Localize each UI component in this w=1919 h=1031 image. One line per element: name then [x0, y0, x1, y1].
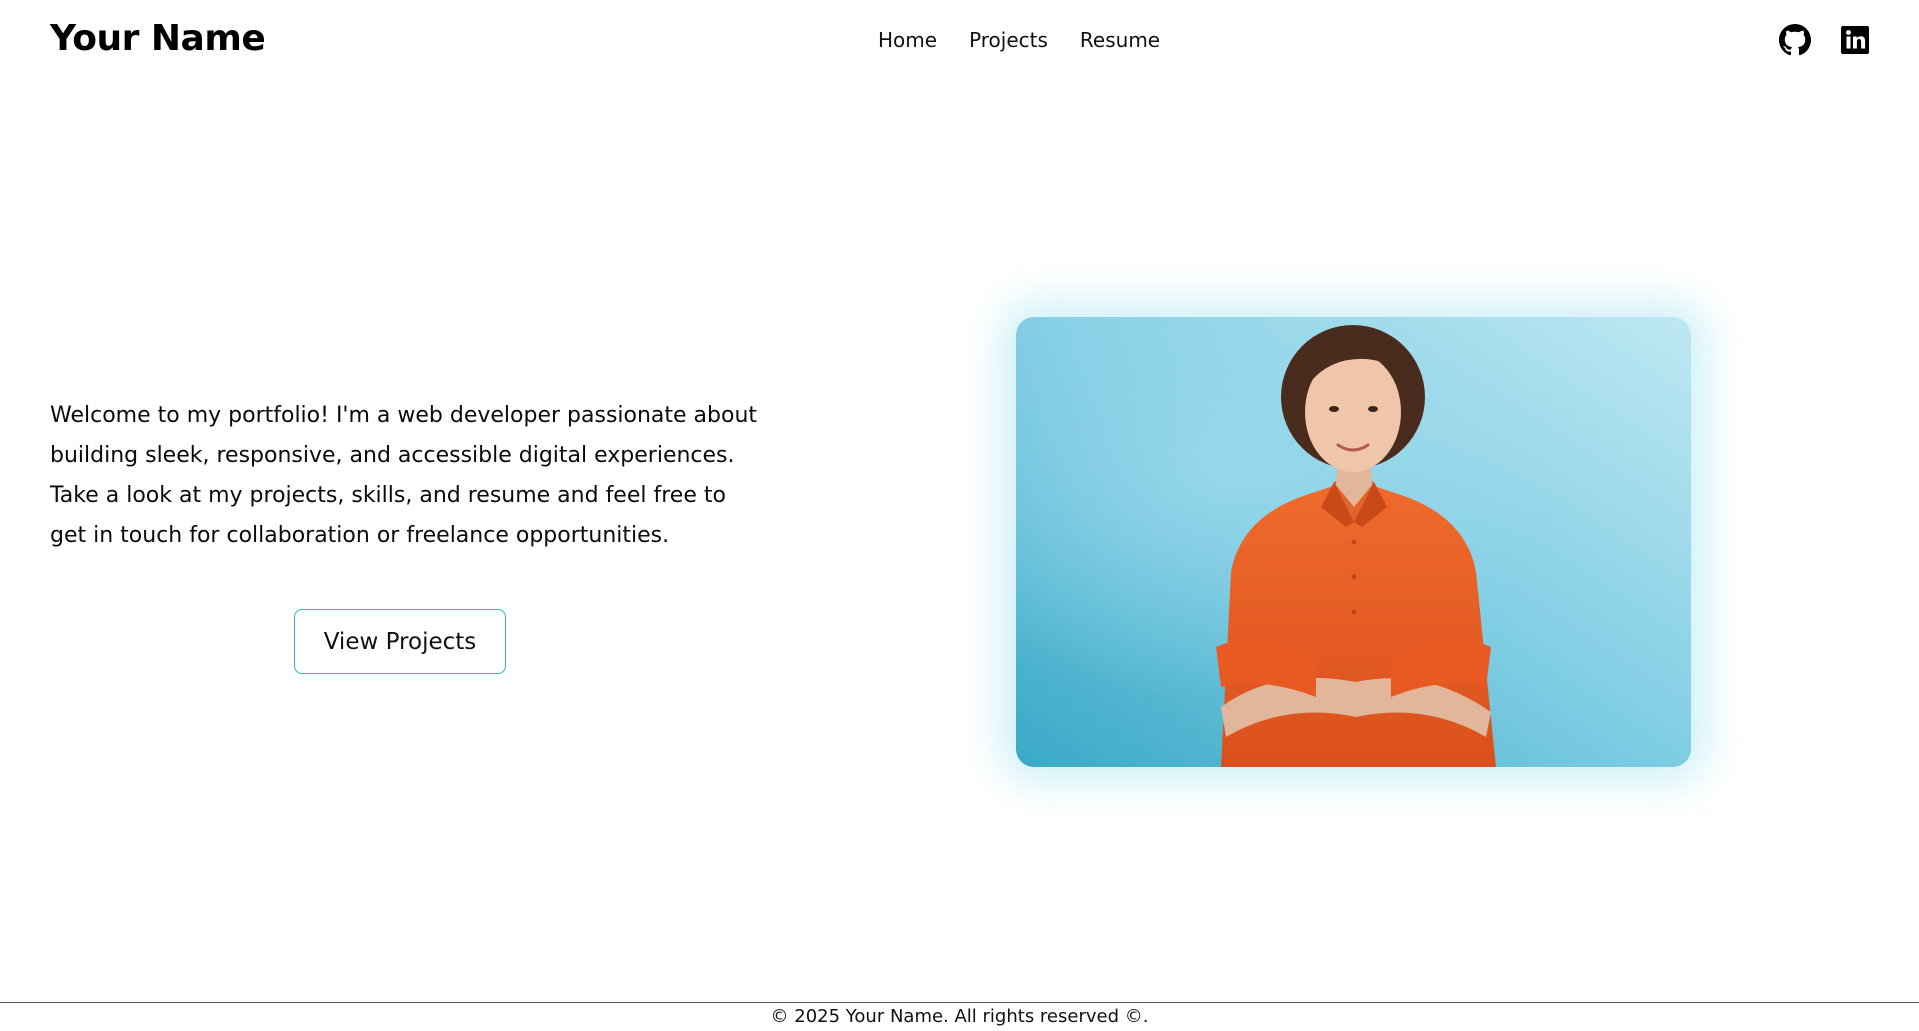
portrait-photo — [1016, 317, 1691, 767]
view-projects-button[interactable]: View Projects — [294, 609, 506, 674]
github-icon[interactable] — [1779, 24, 1811, 56]
social-links — [1779, 24, 1871, 56]
brand-name[interactable]: Your Name — [50, 18, 266, 59]
intro-text: Welcome to my portfolio! I'm a web devel… — [50, 403, 758, 548]
nav-link-projects[interactable]: Projects — [969, 28, 1048, 52]
copyright-text: © 2025 Your Name. All rights reserved ©. — [770, 1006, 1149, 1027]
site-header: Your Name Home Projects Resume — [0, 0, 1919, 84]
linkedin-icon[interactable] — [1839, 24, 1871, 56]
main-nav: Home Projects Resume — [878, 28, 1160, 52]
site-footer: © 2025 Your Name. All rights reserved ©. — [0, 1002, 1919, 1031]
nav-link-home[interactable]: Home — [878, 28, 937, 52]
nav-link-resume[interactable]: Resume — [1080, 28, 1160, 52]
